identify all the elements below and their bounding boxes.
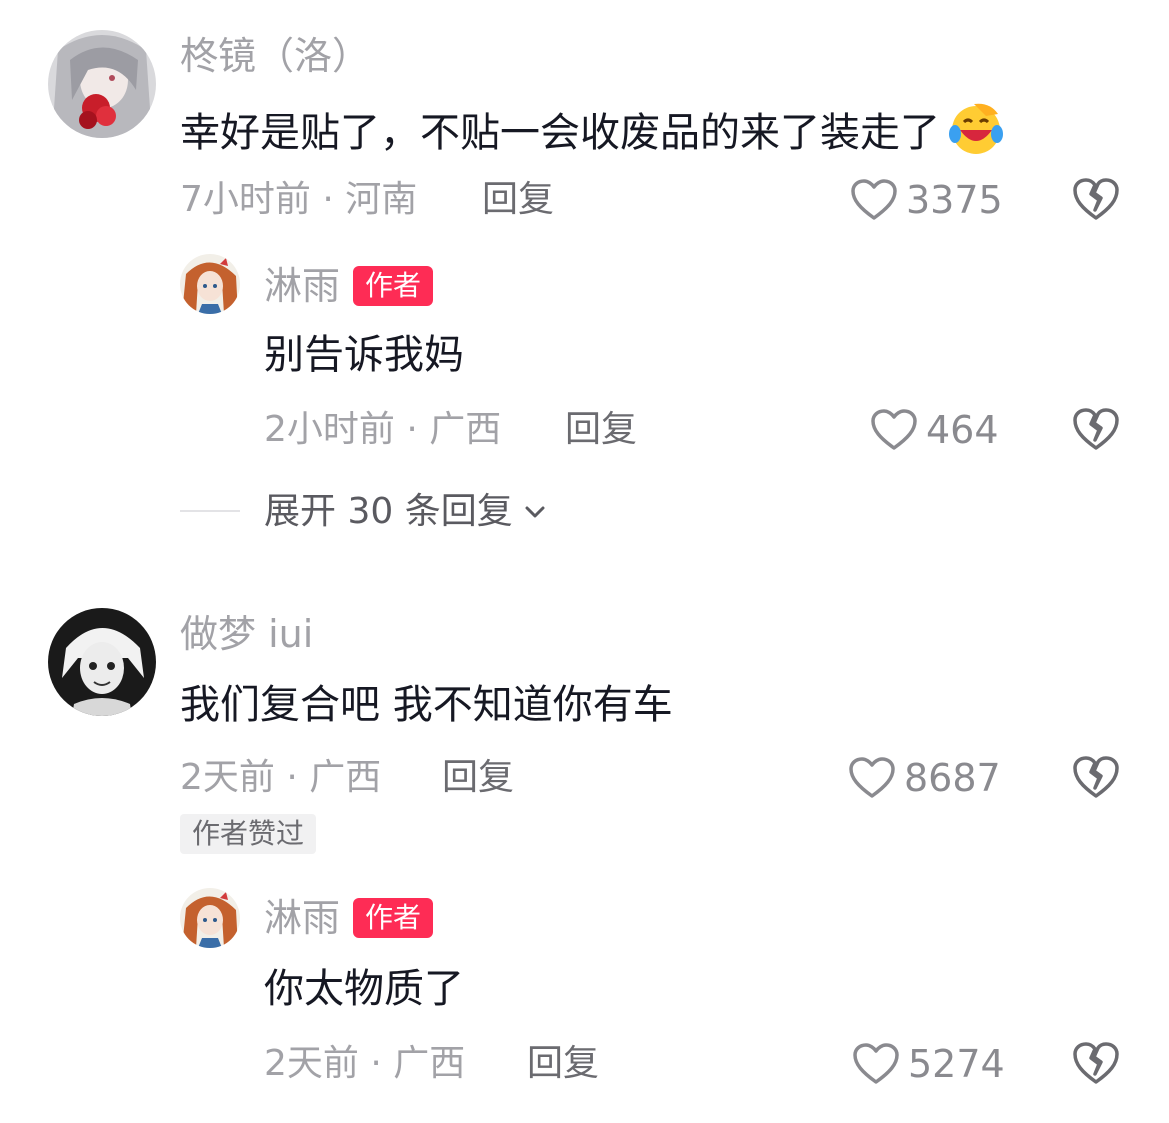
username[interactable]: 淋雨: [264, 896, 340, 940]
divider: [180, 510, 240, 512]
like-button[interactable]: 5274: [852, 1040, 1005, 1088]
expand-replies-button[interactable]: 展开 30 条回复: [264, 488, 549, 536]
comment-text-body: 幸好是贴了，不贴一会收废品的来了装走了: [180, 110, 940, 156]
chevron-down-icon: [525, 506, 545, 518]
reply-button[interactable]: 回复: [482, 178, 554, 222]
broken-heart-icon[interactable]: [1072, 1040, 1120, 1086]
comment-text: 我们复合吧 我不知道你有车: [180, 682, 673, 728]
username[interactable]: 做梦 iui: [180, 612, 313, 656]
comment-meta: 2天前 · 广西: [264, 1043, 466, 1084]
reply-button[interactable]: 回复: [527, 1042, 599, 1086]
heart-icon: [849, 757, 895, 798]
reply-button[interactable]: 回复: [565, 408, 637, 452]
comment-meta: 2小时前 · 广西: [264, 409, 502, 450]
like-count: 464: [926, 408, 999, 452]
comment-text: 幸好是贴了，不贴一会收废品的来了装走了: [180, 100, 1006, 158]
avatar[interactable]: [180, 888, 240, 948]
username[interactable]: 柊镜（洛）: [180, 34, 370, 78]
reply-button[interactable]: 回复: [442, 756, 514, 800]
broken-heart-icon[interactable]: [1072, 406, 1120, 452]
comment-meta: 2天前 · 广西: [180, 757, 382, 798]
heart-icon: [853, 1043, 899, 1084]
avatar[interactable]: [48, 30, 156, 138]
like-count: 3375: [906, 178, 1003, 222]
broken-heart-icon[interactable]: [1072, 176, 1120, 222]
like-button[interactable]: 464: [870, 406, 999, 454]
author-badge: 作者: [353, 898, 434, 938]
laughing-crying-emoji-icon: [946, 100, 1006, 156]
author-badge: 作者: [353, 266, 434, 306]
comment-list: 柊镜（洛） 幸好是贴了，不贴一会收废品的来了装走了 7小时前 · 河南 回复 3…: [0, 0, 1169, 1123]
expand-replies-label: 展开 30 条回复: [264, 491, 513, 532]
avatar[interactable]: [48, 608, 156, 716]
username[interactable]: 淋雨: [264, 264, 340, 308]
like-count: 8687: [904, 756, 1001, 800]
heart-icon: [851, 179, 897, 220]
broken-heart-icon[interactable]: [1072, 754, 1120, 800]
comment-text: 别告诉我妈: [264, 332, 464, 378]
liked-by-author-tag: 作者赞过: [180, 814, 317, 854]
comment-meta: 7小时前 · 河南: [180, 179, 418, 220]
like-button[interactable]: 3375: [850, 176, 1003, 224]
avatar[interactable]: [180, 254, 240, 314]
heart-icon: [871, 409, 917, 450]
like-button[interactable]: 8687: [848, 754, 1001, 802]
like-count: 5274: [908, 1042, 1005, 1086]
comment-text: 你太物质了: [264, 966, 464, 1012]
